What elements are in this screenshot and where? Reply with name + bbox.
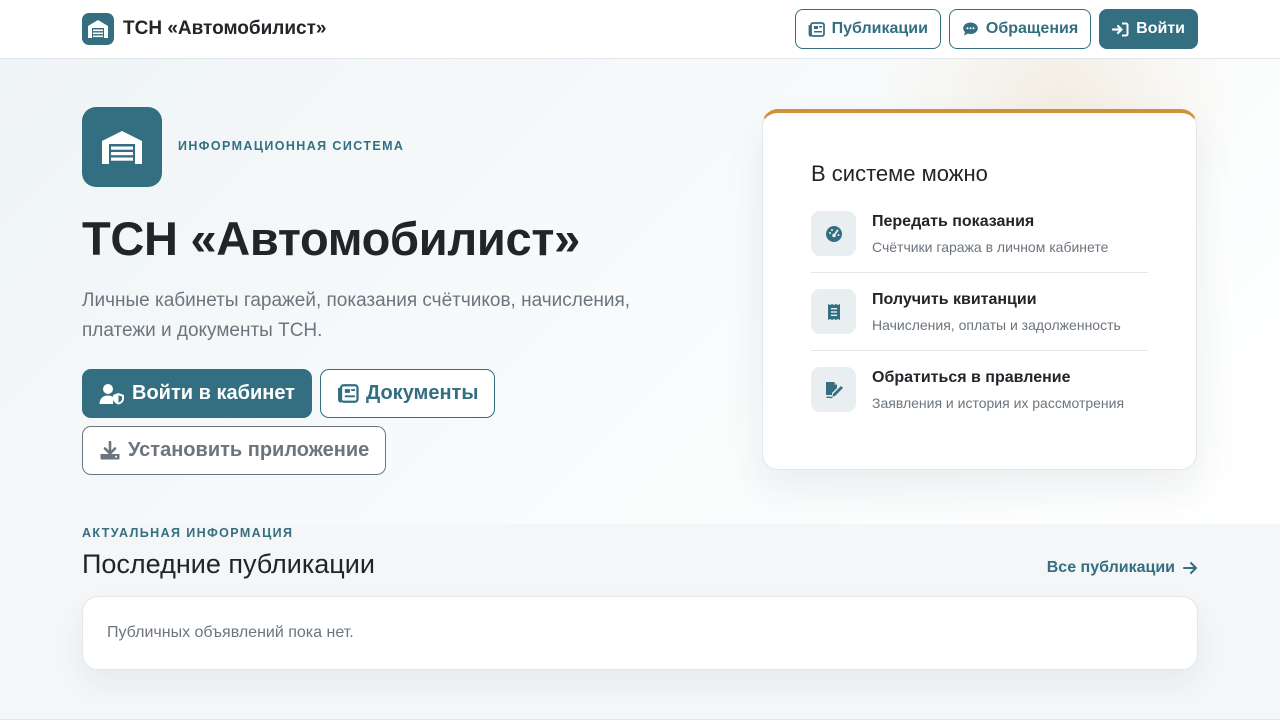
empty-state-text: Публичных объявлений пока нет. [107, 624, 354, 641]
login-label: Войти [1136, 20, 1185, 37]
hero-eyebrow: ИНФОРМАЦИОННАЯ СИСТЕМА [178, 139, 405, 153]
hero-description-line-1: Личные кабинеты гаражей, показания счётч… [82, 290, 631, 311]
garage-icon [82, 13, 114, 45]
hero-description-line-2: платежи и документы ТСН. [82, 320, 323, 341]
sign-in-icon [1112, 22, 1129, 37]
page-title: ТСН «Автомобилист» [82, 212, 580, 265]
all-publications-link[interactable]: Все публикации [1047, 559, 1198, 577]
feature-text: Передать показания Счётчики гаража в лич… [872, 211, 1108, 256]
receipt-icon [811, 289, 856, 334]
hero-button-row: Войти в кабинет Документы [82, 369, 496, 418]
install-app-label: Установить приложение [128, 439, 370, 461]
hero-buttons: Войти в кабинет Документы Установить при… [82, 369, 496, 475]
install-app-button[interactable]: Установить приложение [82, 426, 387, 475]
all-publications-label: Все публикации [1046, 559, 1175, 576]
feature-subtitle: Счётчики гаража в личном кабинете [872, 239, 1109, 255]
appeals-label: Обращения [985, 20, 1079, 37]
feature-title: Получить квитанции [872, 291, 1037, 308]
brand-title: ТСН «Автомобилист» [123, 18, 327, 39]
brand[interactable]: ТСН «Автомобилист» [82, 13, 326, 45]
newspaper-icon [337, 384, 359, 403]
feature-subtitle: Заявления и история их рассмотрения [872, 395, 1125, 411]
publications-section: АКТУАЛЬНАЯ ИНФОРМАЦИЯ Последние публикац… [0, 524, 1280, 720]
documents-label: Документы [365, 382, 479, 404]
documents-button[interactable]: Документы [319, 369, 496, 418]
feature-title: Передать показания [872, 213, 1035, 230]
feature-item-board-appeal: Обратиться в правление Заявления и истор… [811, 367, 1148, 428]
features-card: В системе можно Передать показания Счётч… [762, 109, 1197, 470]
gauge-icon [811, 211, 856, 256]
feature-text: Обратиться в правление Заявления и истор… [872, 367, 1124, 412]
user-shield-icon [99, 383, 125, 405]
cabinet-login-label: Войти в кабинет [132, 382, 295, 404]
feature-title: Обратиться в правление [872, 369, 1071, 386]
top-navbar: ТСН «Автомобилист» Публикации Обращения … [0, 0, 1280, 59]
publications-button[interactable]: Публикации [794, 9, 941, 49]
feature-text: Получить квитанции Начисления, оплаты и … [872, 289, 1121, 334]
feature-subtitle: Начисления, оплаты и задолженность [872, 317, 1121, 333]
hero-description: Личные кабинеты гаражей, показания счётч… [82, 286, 682, 346]
newspaper-icon [808, 21, 825, 37]
feature-item-receipts: Получить квитанции Начисления, оплаты и … [811, 289, 1148, 351]
garage-icon [82, 107, 162, 187]
publications-label: Публикации [831, 20, 928, 37]
publications-title: Последние публикации [82, 549, 375, 579]
download-icon [99, 440, 121, 461]
signature-icon [811, 367, 856, 412]
features-card-title: В системе можно [811, 161, 988, 186]
hero-section: ИНФОРМАЦИОННАЯ СИСТЕМА ТСН «Автомобилист… [0, 59, 1280, 524]
chat-bubble-icon [962, 21, 979, 37]
publications-eyebrow: АКТУАЛЬНАЯ ИНФОРМАЦИЯ [82, 526, 294, 540]
cabinet-login-button[interactable]: Войти в кабинет [82, 369, 312, 418]
login-button[interactable]: Войти [1099, 9, 1198, 49]
nav-actions: Публикации Обращения Войти [794, 9, 1198, 49]
appeals-button[interactable]: Обращения [948, 9, 1092, 49]
arrow-right-icon [1183, 561, 1198, 575]
publications-empty-state: Публичных объявлений пока нет. [82, 596, 1198, 670]
feature-item-readings: Передать показания Счётчики гаража в лич… [811, 211, 1148, 273]
